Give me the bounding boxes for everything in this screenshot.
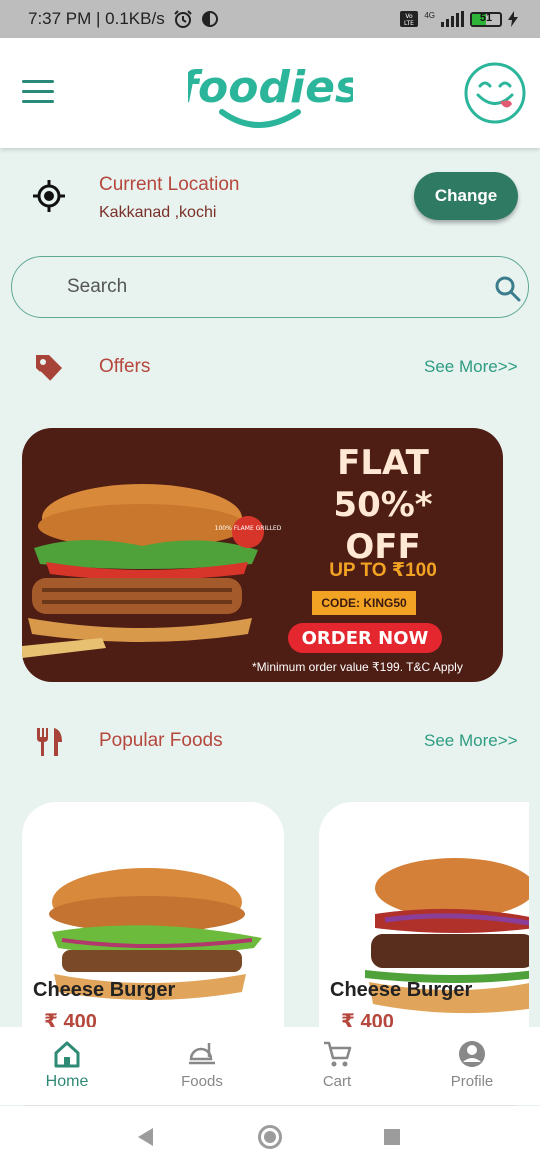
app-notification-icon	[201, 11, 218, 27]
avatar[interactable]	[464, 62, 526, 124]
volte-icon: VoLTE	[400, 11, 419, 27]
app-header: foodies	[0, 38, 540, 148]
nav-label-profile: Profile	[450, 1073, 494, 1090]
recent-apps-icon[interactable]	[384, 1129, 400, 1145]
offer-banner[interactable]: 100% FLAME GRILLED FLAT 50%* OFF UP TO ₹…	[22, 428, 503, 682]
nav-item-profile[interactable]: Profile	[417, 1039, 527, 1099]
cheese-burger-image	[365, 858, 529, 1014]
profile-icon	[459, 1041, 485, 1067]
bottom-navigation: Home Foods Cart Profile	[0, 1027, 540, 1105]
back-icon[interactable]	[138, 1128, 153, 1146]
charging-icon	[508, 11, 518, 27]
search-icon[interactable]	[494, 275, 522, 303]
home-button-icon[interactable]	[258, 1125, 282, 1149]
search-input[interactable]: Search	[11, 256, 529, 318]
banner-headline: FLAT 50%* OFF	[298, 442, 468, 568]
order-now-button[interactable]: ORDER NOW	[288, 623, 442, 653]
status-time: 7:37 PM | 0.1KB/s	[28, 9, 165, 28]
network-type: 4G	[424, 11, 435, 20]
burger-image: 100% FLAME GRILLED	[22, 484, 282, 658]
nav-label-home: Home	[45, 1073, 89, 1090]
offers-header: Offers See More>>	[0, 346, 540, 390]
logo-text: foodies	[188, 62, 353, 113]
food-card[interactable]: Cheese Burger ₹ 400	[22, 802, 284, 1062]
popular-header: Popular Foods See More>>	[0, 720, 540, 764]
svg-text:LTE: LTE	[404, 20, 414, 27]
signal-icon	[441, 11, 464, 27]
hamburger-menu-icon[interactable]	[22, 80, 54, 104]
tag-icon	[36, 355, 62, 383]
banner-line2: 50%*	[333, 485, 433, 525]
offers-title: Offers	[99, 356, 151, 377]
svg-text:Vo: Vo	[406, 13, 414, 20]
food-name: Cheese Burger	[330, 979, 473, 1001]
nav-label-cart: Cart	[322, 1073, 352, 1090]
status-bar: 7:37 PM | 0.1KB/s Vo LTE 4G 51	[0, 0, 540, 38]
change-location-button[interactable]: Change	[414, 172, 518, 220]
battery-icon: 51	[470, 11, 502, 27]
food-card[interactable]: Cheese Burger ₹ 400	[319, 802, 529, 1062]
location-title: Current Location	[99, 174, 240, 195]
cart-icon	[324, 1041, 352, 1067]
food-tray-icon	[189, 1043, 215, 1065]
foodies-logo: foodies	[188, 62, 353, 128]
popular-title: Popular Foods	[99, 730, 223, 751]
offers-see-more-link[interactable]: See More>>	[424, 357, 518, 377]
home-icon	[54, 1041, 80, 1068]
location-address: Kakkanad ,kochi	[99, 204, 217, 221]
location-section: Current Location Kakkanad ,kochi Change	[0, 168, 540, 228]
nav-item-cart[interactable]: Cart	[282, 1039, 392, 1099]
alarm-icon	[174, 10, 192, 28]
nav-label-foods: Foods	[181, 1073, 223, 1090]
system-navigation-bar	[0, 1106, 540, 1170]
fork-knife-icon	[37, 728, 62, 756]
banner-fine-print: *Minimum order value ₹199. T&C Apply	[252, 660, 463, 674]
battery-level: 51	[479, 11, 493, 24]
flame-grilled-badge: 100% FLAME GRILLED	[215, 525, 282, 532]
food-name: Cheese Burger	[33, 979, 176, 1001]
gps-target-icon	[33, 180, 65, 212]
nav-item-home[interactable]: Home	[12, 1039, 122, 1099]
search-placeholder: Search	[67, 276, 128, 297]
nav-item-foods[interactable]: Foods	[147, 1039, 257, 1099]
banner-upto: UP TO ₹100	[329, 560, 437, 581]
banner-code: CODE: KING50	[312, 591, 416, 615]
popular-see-more-link[interactable]: See More>>	[424, 731, 518, 751]
banner-line1: FLAT	[337, 443, 429, 483]
